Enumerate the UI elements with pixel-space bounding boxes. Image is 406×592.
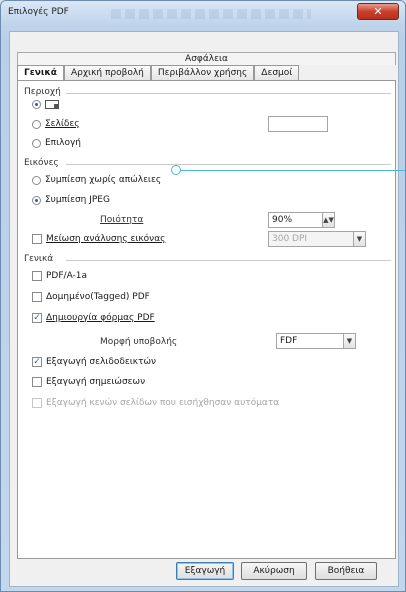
dpi-select[interactable]: 300 DPI ▼: [268, 231, 366, 247]
close-button[interactable]: ✕: [357, 3, 399, 20]
dialog-body: Ασφάλεια Γενικά Αρχική προβολή Περιβάλλο…: [9, 31, 399, 587]
range-selection-option[interactable]: Επιλογή: [32, 138, 81, 148]
notes-checkbox[interactable]: [32, 377, 42, 387]
lossless-radio[interactable]: [32, 175, 41, 185]
range-heading: Περιοχή: [24, 87, 61, 97]
form-option[interactable]: ✓ Δημιουργία φόρμας PDF: [32, 313, 155, 323]
range-divider: [66, 93, 391, 94]
images-divider: [66, 164, 391, 165]
window-title: Επιλογές PDF: [8, 7, 69, 17]
auto-blank-pages-label: Εξαγωγή κενών σελίδων που εισήχθησαν αυτ…: [46, 398, 280, 408]
help-button[interactable]: Βοήθεια: [315, 562, 377, 580]
reduce-resolution-label: Μείωση ανάλυσης εικόνας: [46, 234, 166, 244]
tab-links[interactable]: Δεσμοί: [254, 65, 300, 80]
tab-security[interactable]: Ασφάλεια: [17, 52, 396, 65]
range-selection-radio[interactable]: [32, 138, 41, 148]
notes-label: Εξαγωγή σημειώσεων: [46, 377, 146, 387]
notes-option[interactable]: Εξαγωγή σημειώσεων: [32, 377, 145, 387]
pdfa-label: PDF/A-1a: [46, 271, 88, 281]
images-heading: Εικόνες: [24, 158, 59, 168]
general-divider: [66, 260, 391, 261]
reduce-resolution-option[interactable]: Μείωση ανάλυσης εικόνας: [32, 234, 165, 244]
range-pages-label: Σελίδες: [45, 119, 80, 129]
callout-marker: [171, 165, 181, 175]
jpeg-option[interactable]: Συμπίεση JPEG: [32, 195, 110, 205]
quality-label: Ποιότητα: [100, 215, 144, 225]
submit-format-select[interactable]: FDF ▼: [276, 333, 356, 349]
close-icon: ✕: [373, 5, 383, 18]
reduce-resolution-checkbox[interactable]: [32, 234, 42, 244]
quality-spinner[interactable]: 90% ▲▼: [268, 212, 335, 228]
range-pages-option[interactable]: Σελίδες: [32, 119, 80, 129]
chevron-down-icon[interactable]: ▼: [343, 334, 355, 348]
bookmarks-label: Εξαγωγή σελιδοδεικτών: [46, 357, 157, 367]
page-range-icon: [45, 100, 59, 109]
general-heading: Γενικά: [24, 254, 54, 264]
tagged-option[interactable]: Δομημένο(Tagged) PDF: [32, 292, 150, 302]
tab-initial-view[interactable]: Αρχική προβολή: [63, 65, 151, 80]
tagged-label: Δομημένο(Tagged) PDF: [46, 292, 150, 302]
pdfa-checkbox[interactable]: [32, 271, 42, 281]
form-label: Δημιουργία φόρμας PDF: [46, 313, 155, 323]
tab-user-interface[interactable]: Περιβάλλον χρήσης: [150, 65, 255, 80]
dpi-value: 300 DPI: [272, 234, 308, 244]
tab-row-upper: Ασφάλεια: [17, 52, 396, 65]
pdf-options-dialog: Επιλογές PDF ✕ Ασφάλεια Γενικά Αρχική πρ…: [0, 0, 406, 592]
lossless-label: Συμπίεση χωρίς απώλειες: [45, 175, 162, 185]
auto-blank-pages-checkbox: [32, 398, 42, 408]
submit-format-label: Μορφή υποβολής: [100, 337, 178, 347]
pages-input[interactable]: [268, 116, 328, 132]
spinner-arrows-icon[interactable]: ▲▼: [322, 213, 334, 227]
title-bar[interactable]: Επιλογές PDF ✕: [1, 1, 405, 27]
bookmarks-option[interactable]: ✓ Εξαγωγή σελιδοδεικτών: [32, 357, 156, 367]
bookmarks-checkbox[interactable]: ✓: [32, 357, 42, 367]
jpeg-radio[interactable]: [32, 195, 41, 205]
submit-format-value: FDF: [280, 336, 298, 346]
range-all-option[interactable]: [32, 100, 59, 109]
title-decoration: [111, 9, 311, 19]
auto-blank-pages-option: Εξαγωγή κενών σελίδων που εισήχθησαν αυτ…: [32, 398, 279, 408]
cancel-button[interactable]: Ακύρωση: [241, 562, 307, 580]
range-selection-label: Επιλογή: [45, 138, 82, 148]
export-button[interactable]: Εξαγωγή: [176, 562, 234, 580]
chevron-down-icon[interactable]: ▼: [353, 232, 365, 246]
form-checkbox[interactable]: ✓: [32, 313, 42, 323]
range-all-radio[interactable]: [32, 100, 41, 109]
jpeg-label: Συμπίεση JPEG: [45, 195, 110, 205]
general-tab-panel: Περιοχή Σελίδες Επιλογή Εικόνες Συμπίεση…: [17, 81, 396, 559]
pdfa-option[interactable]: PDF/A-1a: [32, 271, 87, 281]
tab-row-main: Γενικά Αρχική προβολή Περιβάλλον χρήσης …: [17, 65, 396, 81]
tab-general[interactable]: Γενικά: [17, 65, 64, 80]
tagged-checkbox[interactable]: [32, 292, 42, 302]
quality-value: 90%: [272, 215, 293, 225]
lossless-option[interactable]: Συμπίεση χωρίς απώλειες: [32, 175, 161, 185]
callout-line: [176, 170, 405, 171]
range-pages-radio[interactable]: [32, 119, 41, 129]
